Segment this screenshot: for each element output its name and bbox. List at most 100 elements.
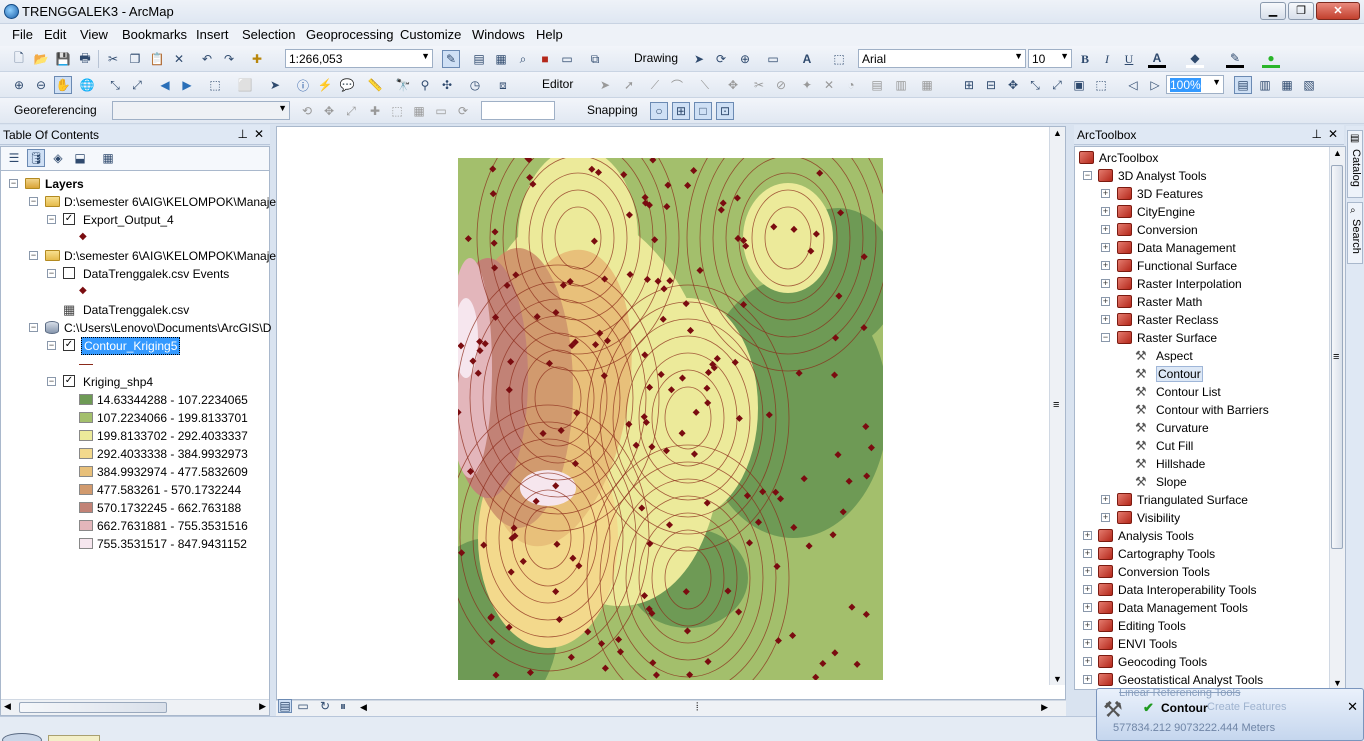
- georeferencing-menu[interactable]: Georeferencing: [14, 103, 97, 117]
- toc-options-icon[interactable]: ▦: [99, 149, 117, 167]
- snapping-menu[interactable]: Snapping: [587, 103, 638, 117]
- scroll-thumb[interactable]: [19, 702, 167, 713]
- viewer-window-icon[interactable]: ⧈: [494, 76, 512, 94]
- next-extent-page-icon[interactable]: ▷: [1146, 76, 1164, 94]
- fill-color-icon[interactable]: ◆: [1186, 50, 1204, 68]
- toolset-item[interactable]: − Raster Surface: [1075, 329, 1325, 347]
- edge-snapping-icon[interactable]: ⊡: [716, 102, 734, 120]
- zoom-in-icon[interactable]: ⊕: [10, 76, 28, 94]
- expand-icon[interactable]: +: [1083, 567, 1092, 576]
- fixed-page-zoom-out-icon[interactable]: ⤢: [1048, 76, 1066, 94]
- font-color-icon[interactable]: A: [1148, 50, 1166, 68]
- expand-icon[interactable]: +: [1101, 297, 1110, 306]
- menu-insert[interactable]: Insert: [196, 27, 229, 42]
- hyperlink-icon[interactable]: ⚡: [316, 76, 334, 94]
- zoom-percent-combo[interactable]: 100% ▼: [1166, 75, 1224, 94]
- pause-drawing-icon[interactable]: ⏸: [336, 699, 350, 713]
- new-document-icon[interactable]: 🗋: [10, 50, 28, 68]
- tool-item[interactable]: ⚒ Contour List: [1075, 383, 1325, 401]
- italic-button[interactable]: I: [1098, 50, 1116, 68]
- cut-icon[interactable]: ✂: [104, 50, 122, 68]
- restore-button[interactable]: ❐: [1288, 2, 1314, 20]
- toolset-item[interactable]: + Data Interoperability Tools: [1075, 581, 1325, 599]
- identify-icon[interactable]: ⓘ: [294, 76, 312, 94]
- zoom-whole-page-layout-icon[interactable]: ▣: [1070, 76, 1088, 94]
- menu-bookmarks[interactable]: Bookmarks: [122, 27, 187, 42]
- tool-item[interactable]: ⚒ Hillshade: [1075, 455, 1325, 473]
- fixed-zoom-in-icon[interactable]: ⤡: [106, 76, 124, 94]
- toolset-item[interactable]: + CityEngine: [1075, 203, 1325, 221]
- time-slider-icon[interactable]: ◷: [466, 76, 484, 94]
- catalog-window-icon[interactable]: ▦: [492, 50, 510, 68]
- find-route-icon[interactable]: ⚲: [416, 76, 434, 94]
- expand-icon[interactable]: +: [1083, 657, 1092, 666]
- list-by-source-icon[interactable]: 🛢: [27, 149, 45, 167]
- layout-view-icon[interactable]: ▭: [296, 699, 310, 713]
- minimize-button[interactable]: ▁: [1260, 2, 1286, 20]
- expand-icon[interactable]: +: [1101, 207, 1110, 216]
- vertex-snapping-icon[interactable]: □: [694, 102, 712, 120]
- tool-item[interactable]: ⚒ Cut Fill: [1075, 437, 1325, 455]
- collapse-icon[interactable]: −: [1101, 333, 1110, 342]
- collapse-icon[interactable]: −: [1083, 171, 1092, 180]
- line-color-icon[interactable]: ✎: [1226, 50, 1244, 68]
- open-folder-icon[interactable]: 📂: [32, 50, 50, 68]
- save-icon[interactable]: 💾: [54, 50, 72, 68]
- expand-icon[interactable]: +: [1083, 585, 1092, 594]
- previous-extent-page-icon[interactable]: ◁: [1124, 76, 1142, 94]
- expand-icon[interactable]: +: [1101, 279, 1110, 288]
- full-extent-icon[interactable]: 🌐: [78, 76, 96, 94]
- layer-visibility-checkbox[interactable]: ✓: [63, 213, 75, 225]
- search-tab[interactable]: ⌕ Search: [1347, 202, 1363, 264]
- fixed-zoom-out-icon[interactable]: ⤢: [128, 76, 146, 94]
- map-vertical-scrollbar[interactable]: ▲ ≡ ▼: [1049, 127, 1065, 685]
- catalog-tab[interactable]: ▤ Catalog: [1347, 130, 1363, 198]
- scroll-grip-icon[interactable]: ≡: [1053, 399, 1059, 411]
- edit-vertices-icon[interactable]: ⬚: [830, 50, 848, 68]
- layer-visibility-checkbox[interactable]: ✓: [63, 339, 75, 351]
- tool-item[interactable]: ⚒ Contour with Barriers: [1075, 401, 1325, 419]
- delete-icon[interactable]: ✕: [170, 50, 188, 68]
- end-snapping-icon[interactable]: ⊞: [672, 102, 690, 120]
- select-elements-icon[interactable]: ➤: [690, 50, 708, 68]
- zoom-100-icon[interactable]: ⬚: [1092, 76, 1110, 94]
- collapse-icon[interactable]: −: [29, 197, 38, 206]
- marker-color-icon[interactable]: ●: [1262, 50, 1280, 68]
- scroll-down-icon[interactable]: ▼: [1333, 678, 1342, 688]
- collapse-icon[interactable]: −: [47, 269, 56, 278]
- clear-selection-icon[interactable]: ⬜: [236, 76, 254, 94]
- pin-icon[interactable]: ⊥: [1312, 127, 1322, 141]
- scroll-grip-icon[interactable]: ⦙: [696, 701, 698, 714]
- expand-icon[interactable]: +: [1083, 639, 1092, 648]
- refresh-icon[interactable]: ↻: [318, 699, 332, 713]
- toolset-item[interactable]: + Raster Reclass: [1075, 311, 1325, 329]
- zoom-page-in-icon[interactable]: ⊞: [960, 76, 978, 94]
- georef-value-input[interactable]: [481, 101, 555, 120]
- toolset-item[interactable]: + Analysis Tools: [1075, 527, 1325, 545]
- expand-icon[interactable]: +: [1101, 315, 1110, 324]
- tool-item[interactable]: ⚒ Slope: [1075, 473, 1325, 491]
- expand-icon[interactable]: +: [1101, 225, 1110, 234]
- zoom-page-out-icon[interactable]: ⊟: [982, 76, 1000, 94]
- toolbox-vertical-scrollbar[interactable]: ▲ ≡ ▼: [1329, 147, 1345, 689]
- print-icon[interactable]: 🖶: [76, 50, 94, 68]
- toolset-item[interactable]: + Data Management Tools: [1075, 599, 1325, 617]
- toolset-item[interactable]: +3D Features: [1075, 185, 1325, 203]
- modelbuilder-icon[interactable]: ⧉: [586, 50, 604, 68]
- toc-horizontal-scrollbar[interactable]: ◀ ▶: [1, 699, 269, 715]
- toolset-item[interactable]: + Triangulated Surface: [1075, 491, 1325, 509]
- collapse-icon[interactable]: −: [47, 377, 56, 386]
- text-icon[interactable]: A: [798, 50, 816, 68]
- menu-windows[interactable]: Windows: [472, 27, 525, 42]
- paste-icon[interactable]: 📋: [148, 50, 166, 68]
- layer-visibility-checkbox[interactable]: ✓: [63, 375, 75, 387]
- close-button[interactable]: ✕: [1316, 2, 1360, 20]
- expand-icon[interactable]: +: [1083, 549, 1092, 558]
- tool-item[interactable]: ⚒ Aspect: [1075, 347, 1325, 365]
- close-icon[interactable]: ✕: [254, 127, 264, 141]
- expand-icon[interactable]: +: [1083, 603, 1092, 612]
- geoprocessing-notification[interactable]: Linear Referencing Tools Create Features…: [1096, 688, 1364, 741]
- toolset-item[interactable]: + Editing Tools: [1075, 617, 1325, 635]
- search-window-icon[interactable]: ⌕: [514, 50, 532, 68]
- select-element-icon[interactable]: ➤: [266, 76, 284, 94]
